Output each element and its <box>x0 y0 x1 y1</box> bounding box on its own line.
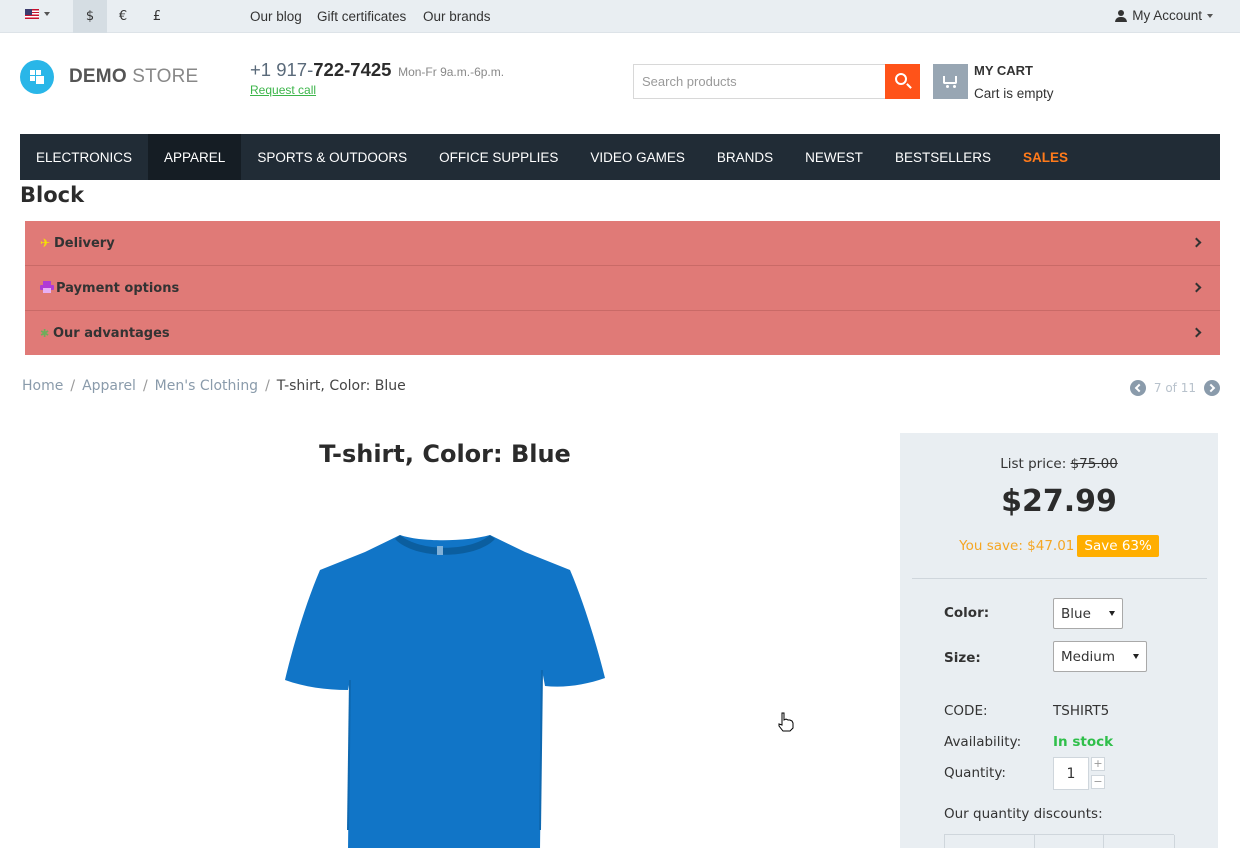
currency-eur[interactable]: € <box>106 0 140 33</box>
top-bar: $ € £ Our blog Gift certificates Our bra… <box>0 0 1240 33</box>
cart-title[interactable]: MY CART <box>974 63 1033 78</box>
search-input[interactable] <box>633 64 885 99</box>
size-label: Size: <box>944 650 981 666</box>
gift-certificates-link[interactable]: Gift certificates <box>317 9 406 24</box>
previous-product-button[interactable] <box>1129 380 1146 396</box>
save-badge: Save 63% <box>1077 535 1159 557</box>
us-flag-icon <box>25 9 39 19</box>
list-price: List price: $75.00 <box>1000 456 1118 472</box>
color-label: Color: <box>944 605 990 621</box>
language-dropdown[interactable] <box>25 9 50 19</box>
chevron-right-icon <box>1191 282 1202 293</box>
airplane-icon: ✈ <box>40 236 51 250</box>
accordion-our-advantages[interactable]: ✱ Our advantages <box>25 311 1220 355</box>
savings: You save: $47.01 Save 63% <box>900 535 1218 557</box>
quantity-discounts-label: Our quantity discounts: <box>944 806 1103 822</box>
accordion-label: Delivery <box>54 235 115 251</box>
accordion-delivery[interactable]: ✈ Delivery <box>25 221 1220 266</box>
brands-link[interactable]: Our brands <box>423 9 491 24</box>
breadcrumb-mens-clothing[interactable]: Men's Clothing <box>155 378 258 394</box>
nav-apparel[interactable]: APPAREL <box>148 134 242 180</box>
main-nav: ELECTRONICS APPAREL SPORTS & OUTDOORS OF… <box>20 134 1220 180</box>
code-label: CODE: <box>944 703 988 719</box>
availability-value: In stock <box>1053 734 1114 750</box>
search-form <box>633 64 920 99</box>
quantity-discounts-table <box>944 834 1175 848</box>
nav-electronics[interactable]: ELECTRONICS <box>20 134 148 180</box>
nav-video-games[interactable]: VIDEO GAMES <box>574 134 701 180</box>
chevron-down-icon <box>1108 611 1115 616</box>
quantity-decrease-button[interactable]: − <box>1091 775 1105 789</box>
blog-link[interactable]: Our blog <box>250 9 302 24</box>
accordion-label: Payment options <box>56 280 180 296</box>
quantity-label: Quantity: <box>944 765 1006 781</box>
chevron-down-icon <box>1132 654 1139 659</box>
chevron-down-icon <box>44 12 50 16</box>
printer-icon <box>40 280 54 296</box>
size-select[interactable]: Medium <box>1053 641 1147 672</box>
next-product-button[interactable] <box>1204 380 1220 396</box>
cart-icon <box>943 76 957 88</box>
accordion-label: Our advantages <box>53 325 170 341</box>
cart-status: Cart is empty <box>974 86 1054 101</box>
my-account-dropdown[interactable]: My Account <box>1115 8 1213 23</box>
cart-button[interactable] <box>933 64 968 99</box>
block-title: Block <box>20 183 85 207</box>
logo-text: DEMO STORE <box>69 66 199 87</box>
search-button[interactable] <box>885 64 920 99</box>
currency-gbp[interactable]: £ <box>140 0 174 33</box>
product-title: T-shirt, Color: Blue <box>319 440 571 468</box>
chevron-down-icon <box>1207 13 1213 18</box>
nav-sports-outdoors[interactable]: SPORTS & OUTDOORS <box>241 134 423 180</box>
availability-label: Availability: <box>944 734 1022 750</box>
logo-icon <box>20 60 54 94</box>
quantity-increase-button[interactable]: + <box>1091 757 1105 771</box>
product-price: $27.99 <box>1001 484 1117 519</box>
breadcrumb: Home / Apparel / Men's Clothing / T-shirt, Col… <box>22 378 406 394</box>
nav-newest[interactable]: NEWEST <box>789 134 879 180</box>
currency-usd[interactable]: $ <box>73 0 107 33</box>
chevron-right-icon <box>1191 237 1202 248</box>
product-pager: 7 of 11 <box>1129 380 1220 396</box>
search-icon <box>895 73 907 85</box>
request-call-link[interactable]: Request call <box>250 83 316 97</box>
divider <box>912 578 1207 579</box>
hand-cursor-icon <box>778 712 794 732</box>
purchase-panel: List price: $75.00 $27.99 You save: $47.… <box>900 433 1218 848</box>
nav-bestsellers[interactable]: BESTSELLERS <box>879 134 1007 180</box>
product-image[interactable] <box>280 530 610 848</box>
star-icon: ✱ <box>40 326 50 340</box>
color-select[interactable]: Blue <box>1053 598 1123 629</box>
breadcrumb-home[interactable]: Home <box>22 378 63 394</box>
store-logo[interactable]: DEMO STORE <box>20 60 198 94</box>
quantity-input[interactable]: 1 <box>1053 757 1089 790</box>
nav-sales[interactable]: SALES <box>1007 134 1084 180</box>
you-save-text: You save: $47.01 <box>959 538 1075 554</box>
breadcrumb-apparel[interactable]: Apparel <box>82 378 136 394</box>
nav-office-supplies[interactable]: OFFICE SUPPLIES <box>423 134 574 180</box>
pager-position: 7 of 11 <box>1153 381 1196 395</box>
info-accordion: ✈ Delivery Payment options ✱ Our advanta… <box>25 221 1220 355</box>
business-hours: Mon-Fr 9a.m.-6p.m. <box>398 65 505 79</box>
user-icon <box>1115 9 1128 22</box>
my-account-label: My Account <box>1132 8 1202 23</box>
nav-brands[interactable]: BRANDS <box>701 134 789 180</box>
accordion-payment-options[interactable]: Payment options <box>25 266 1220 311</box>
phone-number: +1 917-722-7425 Mon-Fr 9a.m.-6p.m. <box>250 59 505 80</box>
breadcrumb-current: T-shirt, Color: Blue <box>276 378 406 394</box>
code-value: TSHIRT5 <box>1053 703 1110 719</box>
chevron-right-icon <box>1191 327 1202 338</box>
